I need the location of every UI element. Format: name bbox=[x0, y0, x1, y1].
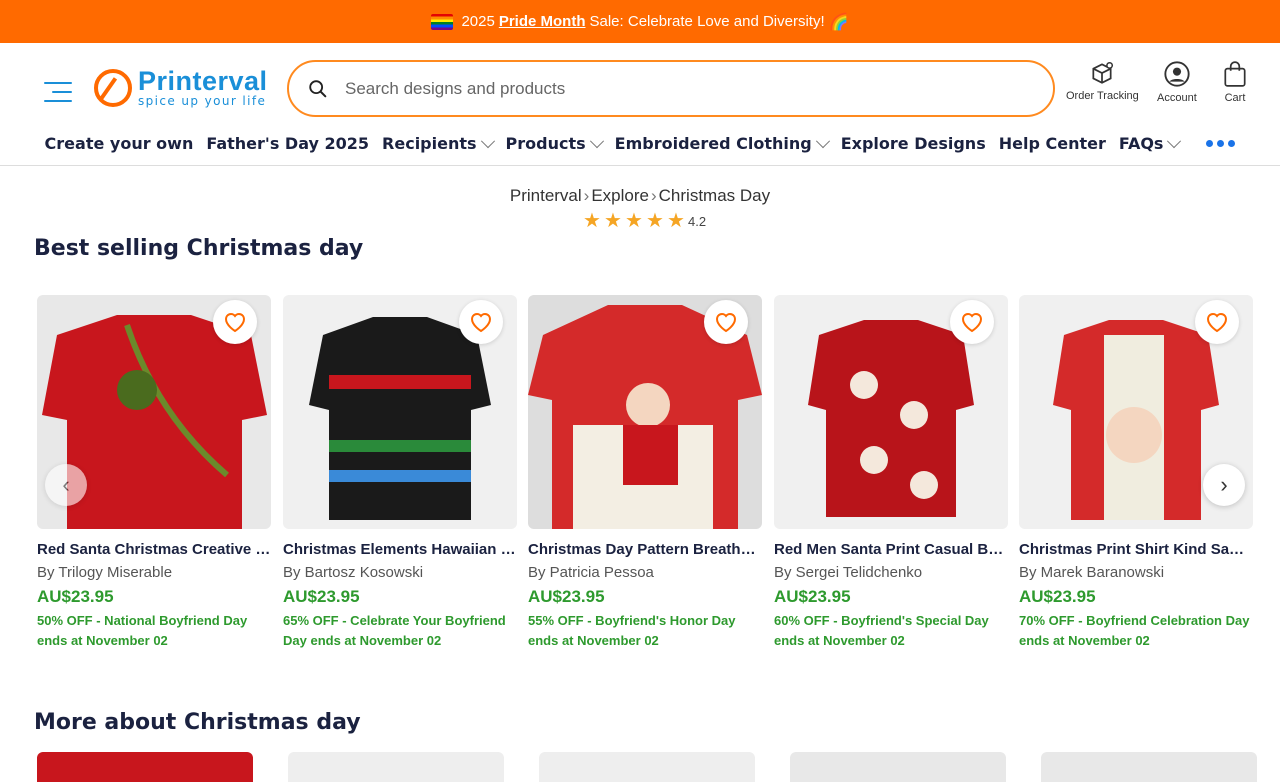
nav-embroidered-clothing[interactable]: Embroidered Clothing bbox=[615, 133, 830, 153]
more-products-row bbox=[37, 752, 1257, 782]
star-icon: ★ bbox=[625, 210, 643, 232]
product-promo: 70% OFF - Boyfriend Celebration Day ends… bbox=[1019, 613, 1250, 648]
nav-faqs[interactable]: FAQs bbox=[1119, 133, 1182, 153]
product-card[interactable]: Christmas Day Pattern Breathabl... By Pa… bbox=[528, 295, 762, 651]
star-icon: ★ bbox=[646, 210, 664, 232]
nav-fathers-day[interactable]: Father's Day 2025 bbox=[206, 134, 369, 153]
rainbow-icon: 🌈 bbox=[828, 13, 849, 31]
product-card[interactable]: Red Men Santa Print Casual Brea... By Se… bbox=[774, 295, 1008, 651]
logo[interactable]: Printerval spice up your life bbox=[94, 68, 268, 108]
rainbow-flag-icon bbox=[431, 13, 454, 30]
product-designer: By Sergei Telidchenko bbox=[774, 564, 923, 581]
heart-icon bbox=[715, 313, 737, 333]
product-image[interactable] bbox=[1041, 752, 1257, 782]
product-price: AU$23.95 bbox=[283, 587, 360, 606]
heart-icon bbox=[224, 313, 246, 333]
chevron-down-icon bbox=[480, 133, 495, 148]
star-icon: ★ bbox=[604, 210, 622, 232]
menu-button[interactable] bbox=[44, 80, 74, 106]
rating: ★ ★ ★ ★ ★ 4.2 bbox=[583, 210, 707, 232]
product-image[interactable] bbox=[528, 295, 762, 529]
star-icon: ★ bbox=[667, 210, 685, 232]
logo-mark-icon bbox=[94, 69, 132, 107]
product-designer: By Bartosz Kosowski bbox=[283, 564, 424, 581]
favorite-button[interactable] bbox=[213, 300, 257, 344]
package-tracking-icon bbox=[1092, 61, 1114, 84]
cart-button[interactable]: Cart bbox=[1222, 60, 1248, 104]
logo-name: Printerval bbox=[138, 66, 268, 96]
favorite-button[interactable] bbox=[459, 300, 503, 344]
breadcrumb-current: Christmas Day bbox=[658, 186, 771, 205]
account-button[interactable]: Account bbox=[1157, 60, 1197, 104]
product-promo: 60% OFF - Boyfriend's Special Day ends a… bbox=[774, 613, 989, 648]
breadcrumb-item[interactable]: Printerval bbox=[510, 186, 582, 205]
product-title[interactable]: Christmas Print Shirt Kind Santa ... bbox=[1019, 541, 1253, 558]
product-promo: 50% OFF - National Boyfriend Day ends at… bbox=[37, 613, 248, 648]
favorite-button[interactable] bbox=[1195, 300, 1239, 344]
chevron-down-icon bbox=[1167, 133, 1182, 148]
promo-year: 2025 bbox=[461, 13, 495, 30]
product-image[interactable] bbox=[790, 752, 1006, 782]
star-icon: ★ bbox=[583, 210, 601, 232]
main-nav: Create your own Father's Day 2025 Recipi… bbox=[0, 122, 1280, 166]
section-title-more-about: More about Christmas day bbox=[34, 710, 361, 735]
chevron-down-icon bbox=[589, 133, 604, 148]
chevron-right-icon: › bbox=[1220, 472, 1228, 497]
promo-text: Sale: Celebrate Love and Diversity! bbox=[589, 13, 825, 30]
product-price: AU$23.95 bbox=[37, 587, 114, 606]
cart-label: Cart bbox=[1224, 92, 1246, 104]
nav-explore-designs[interactable]: Explore Designs bbox=[841, 134, 986, 153]
more-menu-icon[interactable] bbox=[1206, 140, 1236, 147]
nav-recipients[interactable]: Recipients bbox=[382, 133, 495, 153]
promo-banner: 2025 Pride Month Sale: Celebrate Love an… bbox=[0, 0, 1280, 43]
breadcrumb-item[interactable]: Explore bbox=[591, 186, 649, 205]
product-image[interactable] bbox=[539, 752, 755, 782]
shopping-bag-icon bbox=[1224, 61, 1246, 87]
product-title[interactable]: Christmas Day Pattern Breathabl... bbox=[528, 541, 762, 558]
user-icon bbox=[1164, 61, 1190, 87]
product-image[interactable] bbox=[774, 295, 1008, 529]
product-designer: By Marek Baranowski bbox=[1019, 564, 1165, 581]
product-designer: By Trilogy Miserable bbox=[37, 564, 173, 581]
section-title-best-selling: Best selling Christmas day bbox=[34, 236, 364, 261]
search-icon[interactable] bbox=[307, 78, 329, 100]
search-bar[interactable] bbox=[287, 60, 1055, 117]
nav-products[interactable]: Products bbox=[506, 133, 604, 153]
product-title[interactable]: Christmas Elements Hawaiian M... bbox=[283, 541, 517, 558]
product-card[interactable]: Christmas Elements Hawaiian M... By Bart… bbox=[283, 295, 517, 651]
heart-icon bbox=[470, 313, 492, 333]
favorite-button[interactable] bbox=[950, 300, 994, 344]
chevron-left-icon: ‹ bbox=[62, 472, 70, 497]
product-promo: 65% OFF - Celebrate Your Boyfriend Day e… bbox=[283, 613, 506, 648]
order-tracking-label: Order Tracking bbox=[1066, 90, 1139, 102]
logo-tagline: spice up your life bbox=[138, 94, 267, 108]
product-image[interactable] bbox=[37, 752, 253, 782]
search-input[interactable] bbox=[345, 78, 945, 99]
product-image[interactable] bbox=[288, 752, 504, 782]
promo-link[interactable]: Pride Month bbox=[499, 13, 586, 30]
product-promo: 55% OFF - Boyfriend's Honor Day ends at … bbox=[528, 613, 736, 648]
heart-icon bbox=[1206, 313, 1228, 333]
favorite-button[interactable] bbox=[704, 300, 748, 344]
chevron-down-icon bbox=[815, 133, 830, 148]
rating-value: 4.2 bbox=[688, 214, 707, 229]
breadcrumb: Printerval › Explore › Christmas Day bbox=[509, 186, 771, 205]
product-image[interactable] bbox=[283, 295, 517, 529]
order-tracking-button[interactable]: Order Tracking bbox=[1066, 60, 1139, 102]
product-price: AU$23.95 bbox=[528, 587, 605, 606]
nav-create-your-own[interactable]: Create your own bbox=[45, 134, 194, 153]
carousel-prev-button[interactable]: ‹ bbox=[45, 464, 87, 506]
heart-icon bbox=[961, 313, 983, 333]
carousel-next-button[interactable]: › bbox=[1203, 464, 1245, 506]
product-price: AU$23.95 bbox=[1019, 587, 1096, 606]
product-title[interactable]: Red Men Santa Print Casual Brea... bbox=[774, 541, 1008, 558]
product-title[interactable]: Red Santa Christmas Creative De... bbox=[37, 541, 271, 558]
product-designer: By Patricia Pessoa bbox=[528, 564, 654, 581]
account-label: Account bbox=[1157, 92, 1197, 104]
product-carousel: Red Santa Christmas Creative De... By Tr… bbox=[37, 295, 1253, 655]
product-price: AU$23.95 bbox=[774, 587, 851, 606]
nav-help-center[interactable]: Help Center bbox=[999, 134, 1106, 153]
